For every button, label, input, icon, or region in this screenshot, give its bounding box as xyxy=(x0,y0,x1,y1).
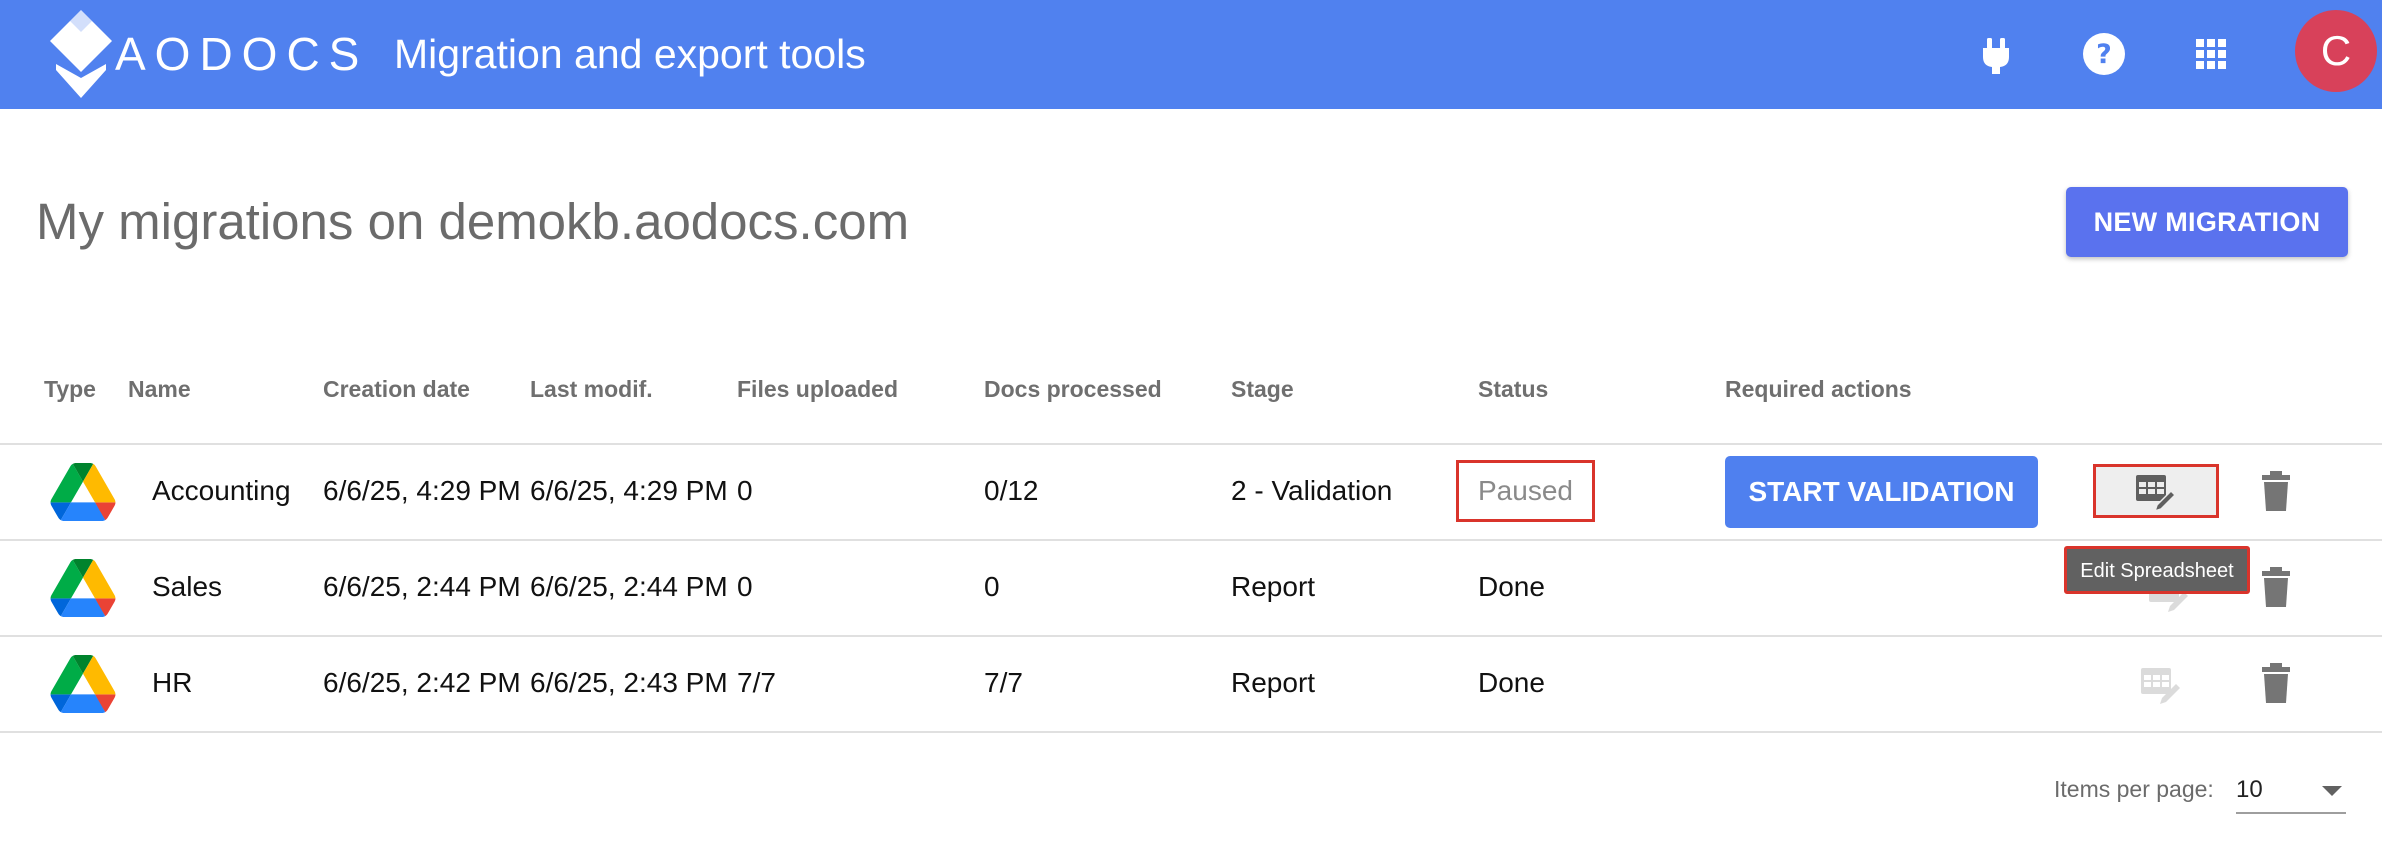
column-header-creation-date: Creation date xyxy=(323,376,470,402)
row-docs-processed: 7/7 xyxy=(984,667,1023,698)
edit-spreadsheet-icon[interactable] xyxy=(2138,662,2182,706)
app-title: Migration and export tools xyxy=(394,31,866,77)
row-docs-processed: 0/12 xyxy=(984,475,1039,506)
edit-spreadsheet-icon xyxy=(2136,475,2177,513)
table-divider xyxy=(0,539,2382,541)
plug-icon[interactable] xyxy=(1972,30,2020,78)
row-status: Paused xyxy=(1478,475,1573,506)
row-stage: Report xyxy=(1231,667,1316,698)
row-creation-date: 6/6/25, 2:44 PM xyxy=(323,571,521,602)
apps-grid-icon[interactable] xyxy=(2187,30,2235,78)
row-last-modified: 6/6/25, 4:29 PM xyxy=(530,475,728,506)
column-header-files-uploaded: Files uploaded xyxy=(737,376,899,402)
page-title: My migrations on demokb.aodocs.com xyxy=(36,193,910,250)
delete-icon[interactable] xyxy=(2254,565,2298,609)
row-creation-date: 6/6/25, 2:42 PM xyxy=(323,667,521,698)
google-drive-icon xyxy=(50,559,116,617)
column-header-stage: Stage xyxy=(1231,376,1294,402)
help-icon[interactable]: ? xyxy=(2080,30,2128,78)
table-divider xyxy=(0,443,2382,445)
top-app-bar: AODOCS Migration and export tools ? C xyxy=(0,0,2382,109)
chevron-down-icon xyxy=(2322,786,2342,796)
google-drive-icon xyxy=(50,655,116,713)
brand-name: AODOCS xyxy=(115,28,369,80)
google-drive-icon xyxy=(50,463,116,521)
aodocs-logo-icon xyxy=(50,10,112,98)
items-per-page-value: 10 xyxy=(2236,776,2263,803)
row-name: Accounting xyxy=(152,475,291,506)
column-header-docs-processed: Docs processed xyxy=(984,376,1162,402)
column-header-last-modified: Last modif. xyxy=(530,376,653,402)
row-creation-date: 6/6/25, 4:29 PM xyxy=(323,475,521,506)
user-avatar[interactable]: C xyxy=(2295,10,2377,92)
column-header-status: Status xyxy=(1478,376,1549,402)
row-files-uploaded: 0 xyxy=(737,571,753,602)
row-last-modified: 6/6/25, 2:43 PM xyxy=(530,667,728,698)
delete-icon[interactable] xyxy=(2254,661,2298,705)
row-last-modified: 6/6/25, 2:44 PM xyxy=(530,571,728,602)
new-migration-button[interactable]: NEW MIGRATION xyxy=(2066,187,2348,257)
edit-spreadsheet-tooltip: Edit Spreadsheet xyxy=(2064,546,2250,594)
row-files-uploaded: 0 xyxy=(737,475,753,506)
column-header-name: Name xyxy=(128,376,191,402)
delete-icon[interactable] xyxy=(2254,469,2298,513)
row-stage: 2 - Validation xyxy=(1231,475,1393,506)
edit-spreadsheet-button[interactable] xyxy=(2093,464,2219,518)
svg-text:?: ? xyxy=(2096,39,2112,70)
items-per-page-label: Items per page: xyxy=(2054,776,2214,802)
column-header-required-actions: Required actions xyxy=(1725,376,1912,402)
row-files-uploaded: 7/7 xyxy=(737,667,776,698)
start-validation-button[interactable]: START VALIDATION xyxy=(1725,456,2038,528)
column-header-type: Type xyxy=(44,376,96,402)
row-status: Done xyxy=(1478,667,1545,698)
table-divider xyxy=(0,731,2382,733)
row-docs-processed: 0 xyxy=(984,571,1000,602)
items-per-page-select[interactable]: 10 xyxy=(2236,766,2346,814)
row-stage: Report xyxy=(1231,571,1316,602)
row-status: Done xyxy=(1478,571,1545,602)
row-name: HR xyxy=(152,667,193,698)
row-name: Sales xyxy=(152,571,223,602)
table-divider xyxy=(0,635,2382,637)
